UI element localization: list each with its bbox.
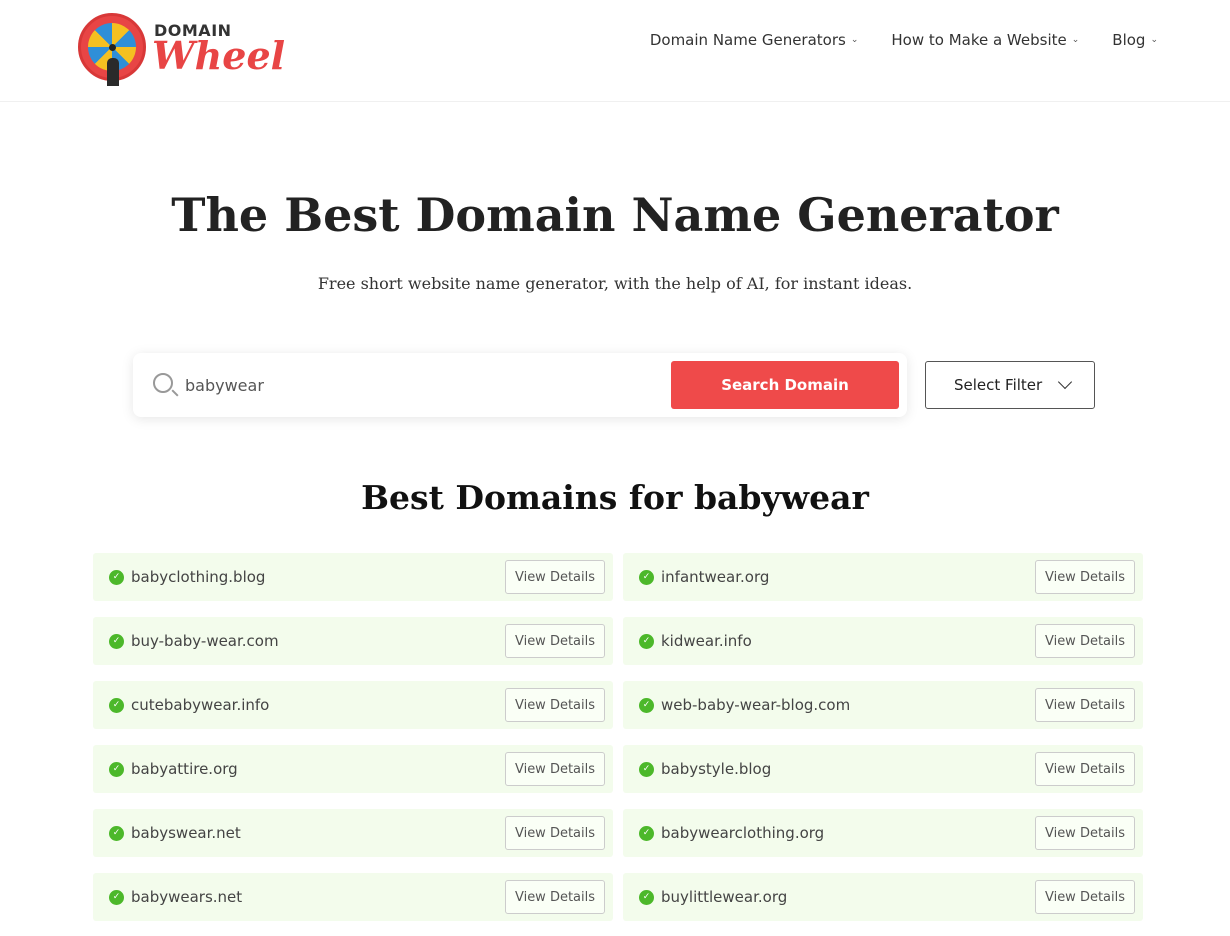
domain-name: babystyle.blog: [661, 760, 772, 778]
view-details-button[interactable]: View Details: [505, 880, 605, 914]
domainwheel-logo[interactable]: DOMAIN Wheel: [78, 13, 288, 86]
domain-name: infantwear.org: [661, 568, 770, 586]
chevron-down-icon: ⌄: [1150, 35, 1158, 45]
available-check-icon: ✓: [639, 698, 654, 713]
view-details-button[interactable]: View Details: [505, 752, 605, 786]
available-check-icon: ✓: [109, 634, 124, 649]
domain-name: babyclothing.blog: [131, 568, 266, 586]
available-check-icon: ✓: [109, 570, 124, 585]
view-details-button[interactable]: View Details: [1035, 688, 1135, 722]
view-details-button[interactable]: View Details: [1035, 816, 1135, 850]
domain-result-row: ✓ babywearclothing.org View Details: [623, 809, 1143, 857]
domain-name: cutebabywear.info: [131, 696, 270, 714]
filter-label: Select Filter: [954, 376, 1043, 394]
domain-name: kidwear.info: [661, 632, 752, 650]
domain-result-row: ✓ babyclothing.blog View Details: [93, 553, 613, 601]
view-details-button[interactable]: View Details: [505, 688, 605, 722]
available-check-icon: ✓: [109, 698, 124, 713]
nav-label: Blog: [1112, 31, 1146, 49]
domain-result-row: ✓ cutebabywear.info View Details: [93, 681, 613, 729]
search-box: Search Domain: [133, 353, 907, 417]
nav-domain-name-generators[interactable]: Domain Name Generators ⌄: [650, 31, 859, 49]
available-check-icon: ✓: [639, 890, 654, 905]
domain-name: babywearclothing.org: [661, 824, 825, 842]
domain-name: buy-baby-wear.com: [131, 632, 279, 650]
domain-result-row: ✓ babywears.net View Details: [93, 873, 613, 921]
site-header: DOMAIN Wheel Domain Name Generators ⌄ How…: [0, 0, 1230, 102]
chevron-down-icon: ⌄: [1071, 35, 1080, 45]
domain-result-row: ✓ babystyle.blog View Details: [623, 745, 1143, 793]
nav-blog[interactable]: Blog ⌄: [1112, 31, 1158, 49]
domain-name: babyswear.net: [131, 824, 241, 842]
page-title: The Best Domain Name Generator: [171, 188, 1059, 242]
results-heading: Best Domains for babywear: [0, 478, 1230, 517]
domain-result-row: ✓ kidwear.info View Details: [623, 617, 1143, 665]
page-subtitle: Free short website name generator, with …: [317, 274, 913, 293]
domain-name: buylittlewear.org: [661, 888, 788, 906]
available-check-icon: ✓: [639, 570, 654, 585]
view-details-button[interactable]: View Details: [505, 560, 605, 594]
available-check-icon: ✓: [109, 890, 124, 905]
view-details-button[interactable]: View Details: [1035, 880, 1135, 914]
chevron-down-icon: [1058, 374, 1073, 390]
search-icon: [153, 373, 173, 393]
search-input[interactable]: [185, 373, 665, 397]
nav-label: Domain Name Generators: [649, 31, 846, 49]
domain-result-row: ✓ infantwear.org View Details: [623, 553, 1143, 601]
results-keyword: babywear: [693, 478, 869, 517]
view-details-button[interactable]: View Details: [505, 624, 605, 658]
available-check-icon: ✓: [639, 762, 654, 777]
chevron-down-icon: ⌄: [850, 35, 859, 45]
domain-result-row: ✓ buy-baby-wear.com View Details: [93, 617, 613, 665]
view-details-button[interactable]: View Details: [1035, 752, 1135, 786]
domain-result-row: ✓ babyattire.org View Details: [93, 745, 613, 793]
select-filter-dropdown[interactable]: Select Filter: [925, 361, 1095, 409]
available-check-icon: ✓: [639, 634, 654, 649]
nav-how-to-make-website[interactable]: How to Make a Website ⌄: [891, 31, 1079, 49]
domain-name: babywears.net: [131, 888, 243, 906]
available-check-icon: ✓: [109, 826, 124, 841]
view-details-button[interactable]: View Details: [1035, 560, 1135, 594]
logo-text-bottom: Wheel: [152, 33, 286, 78]
main-nav: Domain Name Generators ⌄ How to Make a We…: [650, 31, 1158, 49]
wheel-icon: [78, 13, 146, 86]
search-domain-button[interactable]: Search Domain: [671, 361, 899, 409]
nav-label: How to Make a Website: [891, 31, 1067, 49]
results-grid: ✓ babyclothing.blog View Details ✓ infantwea…: [93, 553, 1143, 921]
domain-result-row: ✓ babyswear.net View Details: [93, 809, 613, 857]
view-details-button[interactable]: View Details: [505, 816, 605, 850]
available-check-icon: ✓: [639, 826, 654, 841]
results-prefix: Best Domains for: [361, 478, 683, 517]
domain-result-row: ✓ web-baby-wear-blog.com View Details: [623, 681, 1143, 729]
domain-name: babyattire.org: [131, 760, 238, 778]
domain-name: web-baby-wear-blog.com: [661, 696, 851, 714]
available-check-icon: ✓: [109, 762, 124, 777]
view-details-button[interactable]: View Details: [1035, 624, 1135, 658]
domain-result-row: ✓ buylittlewear.org View Details: [623, 873, 1143, 921]
